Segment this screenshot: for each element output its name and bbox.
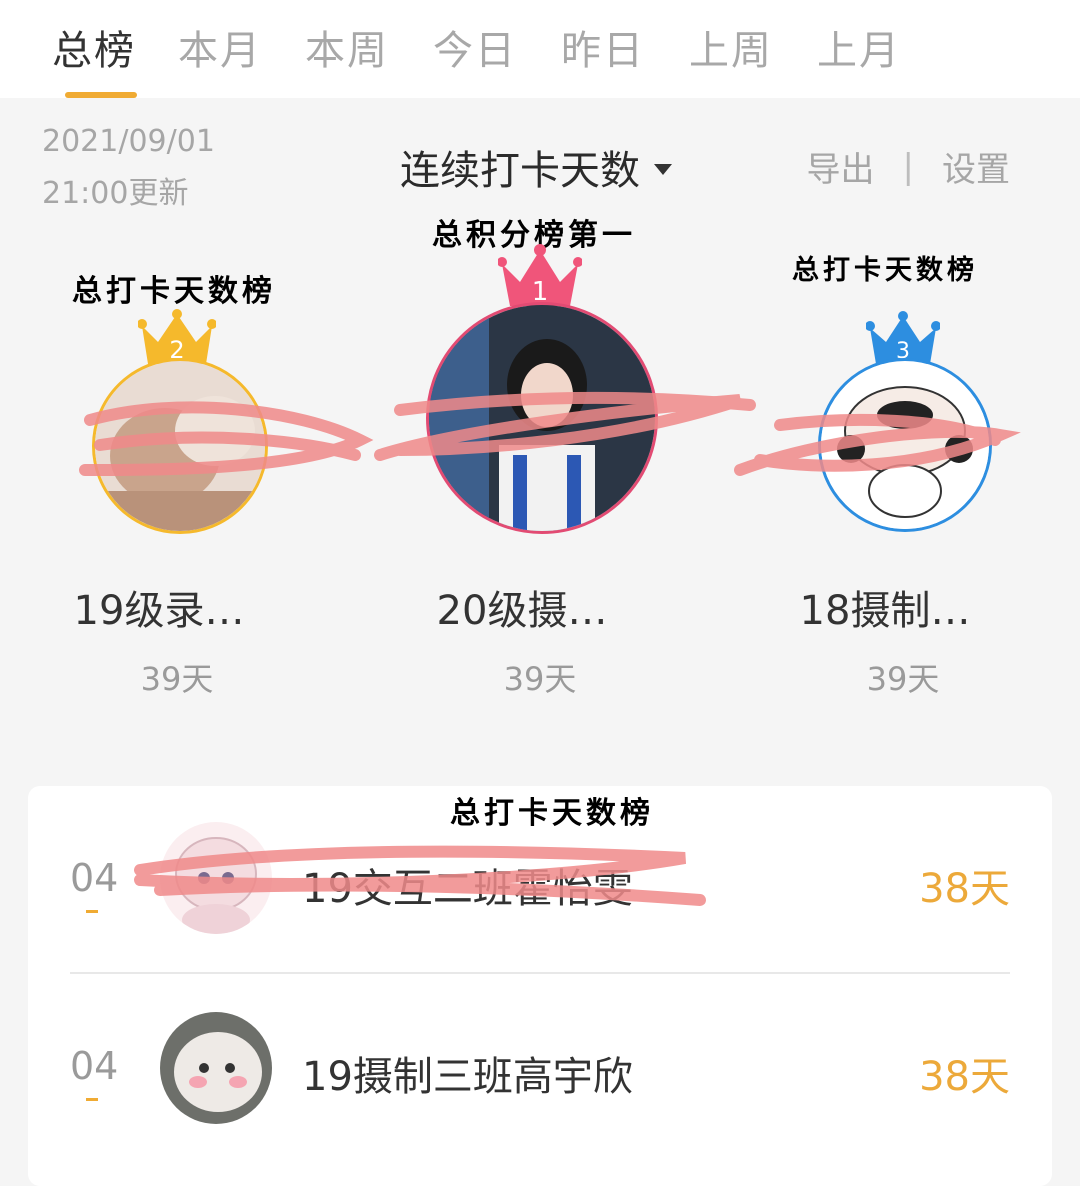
annotation-third: 总打卡天数榜 — [792, 255, 978, 286]
avatar-rank-2[interactable] — [92, 358, 268, 534]
tab-last-month[interactable]: 上月 — [817, 18, 901, 76]
member-days: 38天 — [919, 866, 1010, 912]
tab-this-week[interactable]: 本周 — [305, 18, 389, 76]
rank-dash — [86, 910, 98, 913]
update-time: 21:00更新 — [42, 176, 189, 211]
tab-yesterday[interactable]: 昨日 — [561, 18, 645, 76]
tab-last-week[interactable]: 上周 — [689, 18, 773, 76]
podium-days-rank-1: 39天 — [503, 660, 577, 698]
export-button[interactable]: 导出 — [807, 142, 875, 191]
list-item[interactable]: 04 19摄制三班高宇欣 38天 — [28, 976, 1052, 1156]
podium-days-rank-2: 39天 — [140, 660, 214, 698]
active-tab-indicator — [65, 92, 137, 98]
update-date: 2021/09/01 — [42, 124, 215, 159]
podium-name-rank-2: 19级录… — [73, 588, 245, 634]
avatar[interactable] — [160, 822, 272, 934]
tab-overall[interactable]: 总榜 — [52, 18, 136, 76]
leaderboard-tabs: 总榜 本月 本周 今日 昨日 上周 上月 — [0, 0, 1080, 98]
sort-dropdown[interactable]: 连续打卡天数 — [400, 138, 672, 196]
caret-down-icon — [654, 163, 672, 175]
podium-name-rank-1: 20级摄… — [436, 588, 608, 634]
rank-number: 04 — [70, 856, 119, 900]
list-item[interactable]: 04 19交互二班霍怡雯 38天 — [28, 786, 1052, 966]
separator: | — [902, 146, 914, 187]
podium-name-rank-3: 18摄制… — [799, 588, 971, 634]
divider — [70, 972, 1010, 974]
annotation-second: 总打卡天数榜 — [72, 274, 276, 309]
avatar-rank-3[interactable] — [818, 358, 992, 532]
ranking-list: 总打卡天数榜 04 19交互二班霍怡雯 38天 04 19摄制三班高宇欣 38天 — [28, 786, 1052, 1186]
tab-today[interactable]: 今日 — [433, 18, 517, 76]
tab-this-month[interactable]: 本月 — [178, 18, 262, 76]
member-name: 19交互二班霍怡雯 — [302, 866, 633, 912]
avatar-rank-1[interactable] — [426, 302, 658, 534]
update-timestamp: 2021/09/01 21:00更新 — [42, 116, 215, 220]
avatar[interactable] — [160, 1012, 272, 1124]
podium-days-rank-3: 39天 — [866, 660, 940, 698]
sort-dropdown-label: 连续打卡天数 — [400, 148, 640, 194]
rank-number: 04 — [70, 1044, 119, 1088]
rank-dash — [86, 1098, 98, 1101]
settings-button[interactable]: 设置 — [942, 142, 1010, 191]
toolbar-actions: 导出 | 设置 — [807, 142, 1010, 191]
member-days: 38天 — [919, 1054, 1010, 1100]
member-name: 19摄制三班高宇欣 — [302, 1054, 633, 1100]
